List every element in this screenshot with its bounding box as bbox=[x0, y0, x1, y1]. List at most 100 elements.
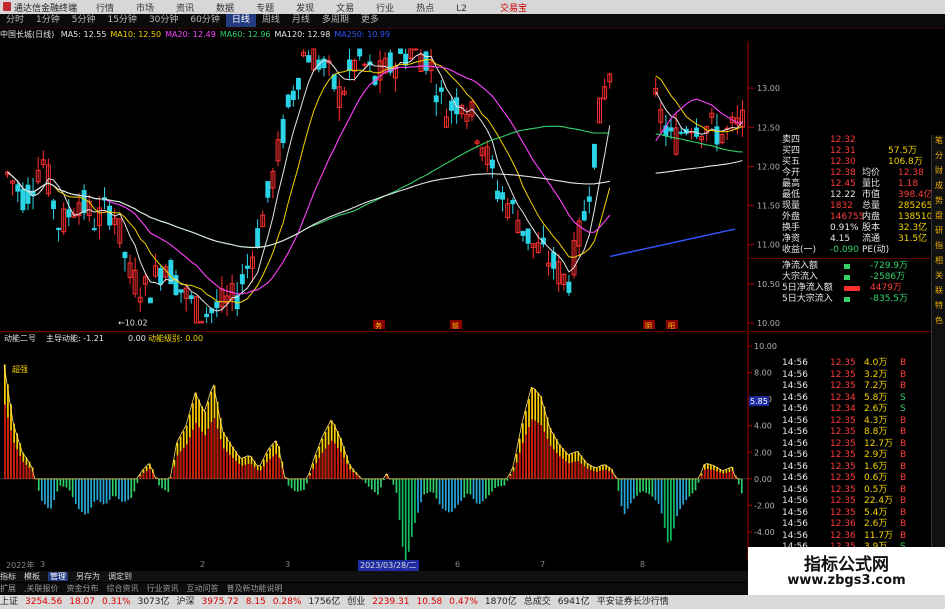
sidebar-item-1[interactable]: 分 bbox=[932, 150, 945, 165]
candle-body bbox=[566, 281, 572, 293]
tick-row[interactable]: 14:56 12.36 2.6万 B bbox=[748, 519, 931, 531]
period-1[interactable]: 1分钟 bbox=[30, 14, 66, 27]
candle-body bbox=[306, 55, 312, 63]
sidebar-item-8[interactable]: 相 bbox=[932, 255, 945, 270]
sidebar-item-5[interactable]: 盘 bbox=[932, 210, 945, 225]
sidebar-item-6[interactable]: 研 bbox=[932, 225, 945, 240]
menu-item-5[interactable]: 发现 bbox=[296, 4, 314, 14]
period-7[interactable]: 周线 bbox=[256, 14, 286, 27]
tick-row[interactable]: 14:56 12.35 4.0万 B bbox=[748, 358, 931, 370]
momentum-bar-core bbox=[266, 462, 268, 479]
period-6[interactable]: 日线 bbox=[225, 14, 256, 27]
status-item: 创业 bbox=[347, 597, 366, 607]
menu-item-6[interactable]: 文易 bbox=[336, 4, 354, 14]
sidebar-item-7[interactable]: 指 bbox=[932, 240, 945, 255]
sidebar-item-11[interactable]: 特 bbox=[932, 300, 945, 315]
momentum-bar-core bbox=[238, 463, 241, 479]
info-tab-0[interactable]: 扩展 bbox=[0, 584, 16, 593]
sidebar-item-9[interactable]: 关 bbox=[932, 270, 945, 285]
tick-row[interactable]: 14:56 12.35 22.4万 B bbox=[748, 496, 931, 508]
menu-item-3[interactable]: 数据 bbox=[216, 4, 234, 14]
tick-row[interactable]: 14:56 12.35 1.6万 B bbox=[748, 462, 931, 474]
sidebar-item-0[interactable]: 笔 bbox=[932, 135, 945, 150]
menu-item-1[interactable]: 市场 bbox=[136, 4, 154, 14]
momentum-bar bbox=[488, 478, 490, 496]
momentum-bar bbox=[56, 478, 59, 492]
momentum-bar-core bbox=[173, 466, 176, 479]
info-tab-4[interactable]: 行业资讯 bbox=[147, 584, 179, 593]
stock-name[interactable]: 中国长城(日线) bbox=[0, 30, 54, 39]
tick-side: S bbox=[900, 392, 906, 403]
menu-item-9[interactable]: L2 bbox=[456, 4, 467, 14]
sidebar-item-4[interactable]: 势 bbox=[932, 195, 945, 210]
tick-row[interactable]: 14:56 12.35 0.5万 B bbox=[748, 485, 931, 497]
tick-volume: 5.8万 bbox=[864, 392, 888, 403]
period-4[interactable]: 30分钟 bbox=[143, 14, 184, 27]
momentum-indicator-chart[interactable]: 动能二号 主导动能: -1.21 0.00 动能级别: 0.00超强10.008.00… bbox=[0, 332, 780, 560]
momentum-bar-core bbox=[580, 463, 583, 479]
tick-row[interactable]: 14:56 12.35 5.4万 B bbox=[748, 508, 931, 520]
candle-body bbox=[244, 265, 250, 269]
date-tick-label: 6 bbox=[455, 560, 461, 569]
info-tab-1[interactable]: ,关联报价 bbox=[24, 584, 59, 593]
tick-row[interactable]: 14:56 12.35 8.8万 B bbox=[748, 427, 931, 439]
indicator-tab-4[interactable]: 调定到 bbox=[108, 572, 132, 581]
info-tab-2[interactable]: 资金分布 bbox=[67, 584, 99, 593]
candle-body bbox=[295, 77, 301, 90]
quote-row: 今开 12.38 均价 12.38 bbox=[748, 168, 931, 179]
candle-body bbox=[510, 200, 516, 205]
period-3[interactable]: 15分钟 bbox=[101, 14, 142, 27]
momentum-bar bbox=[663, 478, 666, 528]
watermark-banner: 指标公式网 www.zbgs3.com bbox=[748, 547, 945, 595]
tick-row[interactable]: 14:56 12.35 3.2万 B bbox=[748, 370, 931, 382]
indicator-title[interactable]: 动能二号 bbox=[4, 333, 36, 343]
period-0[interactable]: 分时 bbox=[0, 14, 30, 27]
momentum-bar bbox=[485, 478, 487, 499]
brand-label[interactable]: 交易宝 bbox=[500, 1, 527, 14]
sidebar-item-3[interactable]: 成 bbox=[932, 180, 945, 195]
tick-row[interactable]: 14:56 12.34 2.6万 S bbox=[748, 404, 931, 416]
candle-body bbox=[91, 228, 97, 231]
period-2[interactable]: 5分钟 bbox=[66, 14, 102, 27]
tick-row[interactable]: 14:56 12.36 11.7万 B bbox=[748, 531, 931, 543]
momentum-bar-core bbox=[253, 467, 256, 479]
tick-row[interactable]: 14:56 12.35 4.3万 B bbox=[748, 416, 931, 428]
tick-row[interactable]: 14:56 12.34 5.8万 S bbox=[748, 393, 931, 405]
tick-row[interactable]: 14:56 12.35 7.2万 B bbox=[748, 381, 931, 393]
menu-item-7[interactable]: 行业 bbox=[376, 4, 394, 14]
tick-list[interactable]: 14:56 12.35 4.0万 B 14:56 12.35 3.2万 B 14:56 12.35… bbox=[748, 358, 931, 554]
info-tab-3[interactable]: 综合资讯 bbox=[107, 584, 139, 593]
menu-item-2[interactable]: 资讯 bbox=[176, 4, 194, 14]
momentum-bar-core bbox=[263, 466, 265, 479]
quote-key: 外盘 bbox=[782, 212, 801, 222]
sidebar-item-2[interactable]: 财 bbox=[932, 165, 945, 180]
period-8[interactable]: 月线 bbox=[286, 14, 316, 27]
momentum-bar-core bbox=[583, 466, 586, 479]
tick-row[interactable]: 14:56 12.35 0.6万 B bbox=[748, 473, 931, 485]
tick-row[interactable]: 14:56 12.35 12.7万 B bbox=[748, 439, 931, 451]
quote-key: 换手 bbox=[782, 223, 801, 233]
indicator-tab-3[interactable]: 另存为 bbox=[76, 572, 100, 581]
menu-item-0[interactable]: 行情 bbox=[96, 4, 114, 14]
indicator-tab-0[interactable]: 指标 bbox=[0, 572, 16, 581]
sidebar-item-12[interactable]: 色 bbox=[932, 315, 945, 330]
momentum-bar-core bbox=[537, 422, 540, 479]
info-tab-5[interactable]: 互动问答 bbox=[187, 584, 219, 593]
momentum-bar bbox=[392, 478, 395, 485]
menu-item-8[interactable]: 热点 bbox=[416, 4, 434, 14]
candlestick-chart[interactable]: 13.0012.5012.0011.5011.0010.5010.00←10.0… bbox=[0, 41, 780, 330]
indicator-tab-2[interactable]: 管理 bbox=[48, 572, 68, 581]
momentum-bar bbox=[81, 478, 83, 512]
tick-volume: 1.6万 bbox=[864, 461, 888, 472]
period-10[interactable]: 更多 bbox=[355, 14, 385, 27]
momentum-bar-core bbox=[192, 429, 194, 479]
momentum-bar bbox=[420, 478, 422, 503]
period-9[interactable]: 多周期 bbox=[316, 14, 355, 27]
tick-row[interactable]: 14:56 12.35 2.9万 B bbox=[748, 450, 931, 462]
indicator-tab-1[interactable]: 模板 bbox=[24, 572, 40, 581]
sidebar-item-10[interactable]: 联 bbox=[932, 285, 945, 300]
period-5[interactable]: 60分钟 bbox=[184, 14, 225, 27]
menu-item-4[interactable]: 专题 bbox=[256, 4, 274, 14]
candle-body bbox=[122, 251, 128, 259]
info-tab-6[interactable]: 普及新功能说明 bbox=[227, 584, 283, 593]
